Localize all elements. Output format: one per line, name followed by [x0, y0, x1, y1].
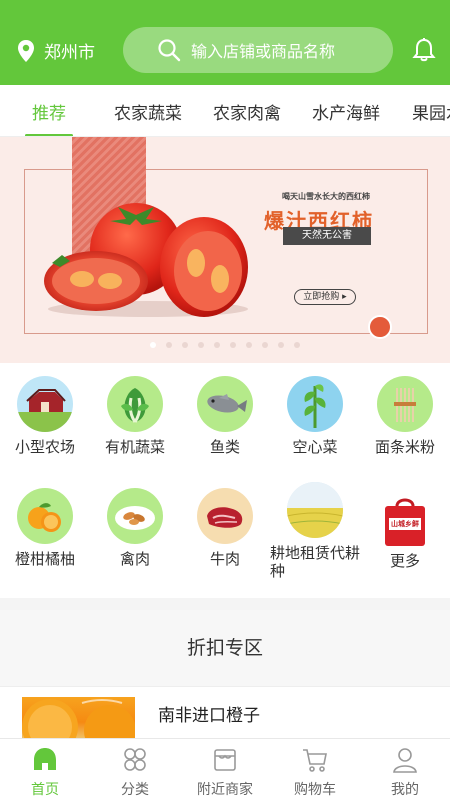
more-bag-icon: 山城乡鲜 — [383, 496, 427, 548]
category-label: 空心菜 — [292, 438, 338, 456]
category-label: 更多 — [389, 552, 420, 570]
store-icon — [214, 749, 236, 771]
buy-now-button[interactable]: 立即抢购 ▸ — [294, 289, 356, 305]
nav-nearby-merchants[interactable]: 附近商家 — [180, 745, 270, 799]
search-placeholder: 输入店铺或商品名称 — [191, 42, 336, 61]
promo-banner[interactable]: 喝天山雪水长大的西红柿 爆汁西红柿 天然无公害 立即抢购 ▸ — [0, 137, 450, 363]
carousel-dot[interactable] — [182, 342, 188, 348]
category-label: 橙柑橘柚 — [14, 550, 75, 568]
carousel-dot[interactable] — [214, 342, 220, 348]
nav-mine[interactable]: 我的 — [360, 745, 450, 799]
carousel-dot[interactable] — [150, 342, 156, 348]
location-selector[interactable]: 郑州市 — [16, 38, 95, 63]
category-beef[interactable]: 牛肉 — [180, 488, 270, 568]
category-icon — [124, 748, 146, 771]
category-label: 鱼类 — [209, 438, 240, 456]
product-image — [22, 697, 135, 739]
orange-icon — [17, 488, 73, 544]
category-tabs: 推荐 农家蔬菜 农家肉禽 水产海鲜 果园水 — [0, 85, 450, 137]
category-water-spinach[interactable]: 空心菜 — [270, 376, 360, 456]
tab-farm-vegetables[interactable]: 农家蔬菜 — [114, 99, 182, 124]
nav-label: 分类 — [121, 782, 149, 798]
nav-label: 我的 — [391, 782, 419, 798]
category-label: 牛肉 — [209, 550, 240, 568]
tab-seafood[interactable]: 水产海鲜 — [312, 99, 380, 124]
banner-tag: 天然无公害 — [283, 227, 371, 245]
nav-label: 购物车 — [294, 782, 336, 798]
carousel-dot[interactable] — [262, 342, 268, 348]
category-organic-vegetables[interactable]: 有机蔬菜 — [90, 376, 180, 456]
banner-subtitle: 喝天山雪水长大的西红柿 — [282, 192, 370, 201]
carousel-dot[interactable] — [278, 342, 284, 348]
bag-brand-text: 山城乡鲜 — [391, 520, 419, 528]
user-icon — [393, 748, 417, 773]
search-input[interactable]: 输入店铺或商品名称 — [123, 27, 393, 73]
vegetable-icon — [107, 376, 163, 432]
location-pin-icon — [18, 39, 34, 62]
category-land-lease[interactable]: 耕地租赁代耕种 — [270, 482, 360, 580]
category-small-farm[interactable]: 小型农场 — [0, 376, 90, 456]
category-label: 小型农场 — [14, 438, 75, 456]
location-label: 郑州市 — [44, 43, 95, 63]
category-label: 面条米粉 — [374, 438, 435, 456]
farm-icon — [17, 376, 73, 432]
carousel-dots — [0, 342, 450, 348]
noodle-icon — [377, 376, 433, 432]
beef-icon — [197, 488, 253, 544]
tab-recommend[interactable]: 推荐 — [32, 99, 66, 124]
carousel-dot[interactable] — [166, 342, 172, 348]
tomato-image — [44, 203, 248, 317]
category-fish[interactable]: 鱼类 — [180, 376, 270, 456]
discount-section-title: 折扣专区 — [0, 610, 450, 686]
nav-label: 首页 — [31, 782, 59, 798]
fish-icon — [197, 376, 253, 432]
nav-cart[interactable]: 购物车 — [270, 745, 360, 799]
home-icon — [34, 748, 56, 770]
tab-orchard[interactable]: 果园水 — [412, 99, 450, 124]
category-label: 耕地租赁代耕种 — [270, 544, 361, 580]
nav-label: 附近商家 — [197, 782, 253, 798]
search-icon — [158, 39, 181, 62]
product-item[interactable]: 南非进口橙子 — [0, 686, 450, 739]
app-header: 郑州市 输入店铺或商品名称 — [0, 0, 450, 85]
product-name: 南非进口橙子 — [158, 706, 260, 726]
bottom-navigation: 首页 分类 附近商家 购物车 我的 — [0, 738, 450, 800]
water-spinach-icon — [287, 376, 343, 432]
section-divider — [0, 598, 450, 610]
category-label: 禽肉 — [119, 550, 150, 568]
carousel-dot[interactable] — [294, 342, 300, 348]
tab-farm-meat[interactable]: 农家肉禽 — [213, 99, 281, 124]
category-label: 有机蔬菜 — [104, 438, 165, 456]
nav-home[interactable]: 首页 — [0, 745, 90, 799]
category-more[interactable]: 山城乡鲜 更多 — [360, 496, 450, 570]
carousel-dot[interactable] — [198, 342, 204, 348]
nav-category[interactable]: 分类 — [90, 745, 180, 799]
category-citrus[interactable]: 橙柑橘柚 — [0, 488, 90, 568]
bell-icon[interactable] — [411, 37, 437, 63]
carousel-dot[interactable] — [246, 342, 252, 348]
field-icon — [287, 482, 343, 538]
poultry-icon — [107, 488, 163, 544]
carousel-dot[interactable] — [230, 342, 236, 348]
banner-badge-icon — [368, 315, 392, 339]
category-noodles[interactable]: 面条米粉 — [360, 376, 450, 456]
cart-icon — [303, 749, 327, 772]
category-poultry[interactable]: 禽肉 — [90, 488, 180, 568]
